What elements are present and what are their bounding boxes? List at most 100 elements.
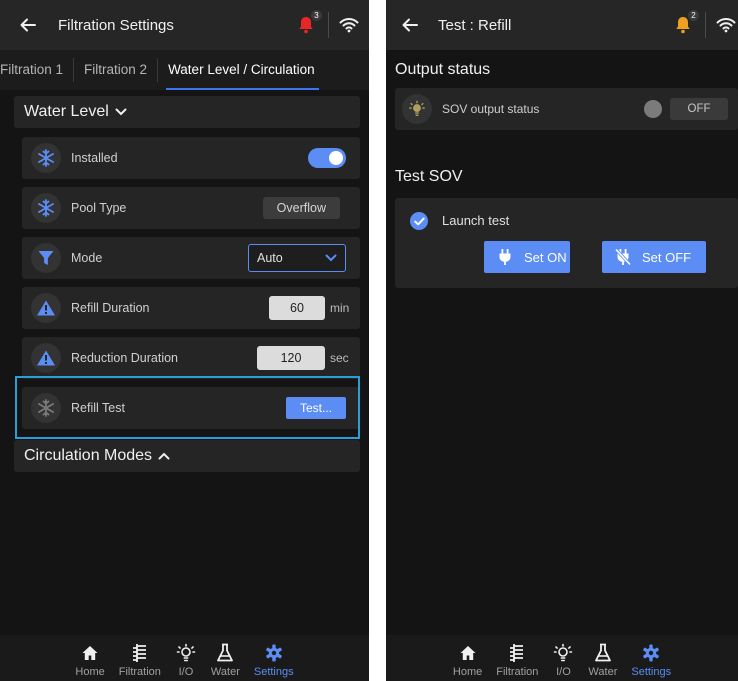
chevron-down-icon (325, 254, 337, 262)
status-indicator-led (644, 100, 662, 118)
nav-filtration-label: Filtration (118, 666, 161, 678)
divider (328, 12, 329, 38)
top-bar: Filtration Settings 3 (0, 0, 369, 50)
plug-off-icon (614, 248, 632, 266)
gear-icon (640, 642, 662, 664)
nav-settings[interactable]: Settings (631, 642, 671, 678)
filter-funnel-icon (31, 243, 61, 273)
filtration-icon (506, 642, 528, 664)
tab-filtration-1[interactable]: Filtration 1 (0, 58, 73, 82)
back-button[interactable] (392, 7, 428, 43)
notifications-button[interactable]: 3 (294, 10, 322, 37)
check-circle-icon[interactable] (410, 212, 428, 230)
flask-icon (214, 642, 236, 664)
lightbulb-icon (402, 94, 432, 124)
reduction-duration-label: Reduction Duration (71, 351, 179, 365)
nav-io-label: I/O (178, 666, 194, 678)
nav-settings-label: Settings (631, 666, 672, 678)
notification-badge: 2 (688, 10, 699, 21)
installed-toggle[interactable] (308, 148, 346, 168)
mode-select-value: Auto (257, 251, 283, 265)
warning-icon (31, 293, 61, 323)
divider (705, 12, 706, 38)
filtration-settings-screen: Filtration Settings 3 Filtration 1 Filtr… (0, 0, 369, 681)
test-sov-panel: Launch test Set ON Set OFF (395, 198, 738, 288)
section-title: Circulation Modes (24, 447, 153, 464)
nav-water-label: Water (588, 666, 618, 678)
set-on-button[interactable]: Set ON (484, 241, 570, 273)
gear-icon (263, 642, 285, 664)
circulation-modes-section-header[interactable]: Circulation Modes (14, 440, 360, 472)
sov-output-status-row: SOV output status OFF (395, 88, 738, 130)
bottom-navigation: Home Filtration I/O Water Settings (386, 635, 738, 681)
test-sov-heading: Test SOV (395, 168, 463, 185)
chevron-up-icon (158, 452, 170, 460)
tab-water-level-circulation[interactable]: Water Level / Circulation (157, 58, 325, 90)
home-icon (457, 642, 479, 664)
mode-label: Mode (71, 251, 103, 265)
installed-row: Installed (22, 137, 360, 179)
pool-type-label: Pool Type (71, 201, 127, 215)
tab-filtration-2[interactable]: Filtration 2 (73, 58, 157, 82)
nav-water[interactable]: Water (588, 642, 617, 678)
refill-duration-label: Refill Duration (71, 301, 150, 315)
nav-home-label: Home (75, 666, 105, 678)
reduction-duration-row: Reduction Duration 120 sec (22, 337, 360, 379)
lightbulb-icon (552, 642, 574, 664)
set-off-button[interactable]: Set OFF (602, 241, 706, 273)
nav-filtration[interactable]: Filtration (119, 642, 161, 678)
section-title: Water Level (24, 103, 109, 120)
page-title: Test : Refill (438, 16, 512, 34)
notification-badge: 3 (311, 10, 322, 21)
refill-duration-row: Refill Duration 60 min (22, 287, 360, 329)
nav-io[interactable]: I/O (552, 642, 574, 678)
nav-home[interactable]: Home (75, 642, 105, 678)
page-title: Filtration Settings (58, 16, 174, 34)
back-arrow-icon (20, 18, 36, 32)
set-off-label: Set OFF (642, 249, 692, 265)
highlight-frame (15, 376, 360, 439)
sov-output-status-value: OFF (670, 98, 728, 120)
nav-io-label: I/O (556, 666, 571, 678)
refill-duration-input[interactable]: 60 (269, 296, 325, 320)
nav-settings-label: Settings (253, 666, 294, 678)
test-refill-screen: Test : Refill 2 Output status SOV output… (386, 0, 738, 681)
back-button[interactable] (10, 7, 46, 43)
nav-filtration-label: Filtration (496, 666, 539, 678)
refill-duration-unit: min (330, 301, 350, 315)
nav-settings[interactable]: Settings (254, 642, 294, 678)
top-bar: Test : Refill 2 (386, 0, 738, 50)
reduction-duration-unit: sec (330, 351, 349, 365)
plug-icon (496, 248, 514, 266)
nav-home-label: Home (452, 666, 483, 678)
nav-io[interactable]: I/O (175, 642, 197, 678)
set-on-label: Set ON (524, 249, 567, 265)
lightbulb-icon (175, 642, 197, 664)
chevron-down-icon (115, 108, 127, 116)
nav-home[interactable]: Home (453, 642, 482, 678)
sov-output-status-label: SOV output status (442, 102, 540, 116)
installed-label: Installed (71, 151, 118, 165)
wifi-status[interactable] (337, 13, 361, 37)
nav-water[interactable]: Water (211, 642, 240, 678)
snowflake-icon (31, 143, 61, 173)
pool-type-row: Pool Type Overflow (22, 187, 360, 229)
wifi-icon (339, 18, 359, 33)
settings-tabs: Filtration 1 Filtration 2 Water Level / … (0, 50, 369, 90)
mode-row: Mode Auto (22, 237, 360, 279)
reduction-duration-input[interactable]: 120 (257, 346, 325, 370)
snowflake-icon (31, 193, 61, 223)
nav-filtration[interactable]: Filtration (496, 642, 538, 678)
water-level-section-header[interactable]: Water Level (14, 96, 360, 128)
notifications-button[interactable]: 2 (671, 10, 699, 37)
launch-test-label: Launch test (442, 213, 510, 228)
output-status-heading: Output status (395, 61, 491, 78)
filtration-icon (129, 642, 151, 664)
wifi-status[interactable] (714, 13, 738, 37)
nav-water-label: Water (210, 666, 240, 678)
mode-select[interactable]: Auto (248, 244, 346, 272)
pool-type-value: Overflow (262, 197, 340, 219)
wifi-icon (716, 18, 736, 33)
back-arrow-icon (402, 18, 418, 32)
flask-icon (592, 642, 614, 664)
